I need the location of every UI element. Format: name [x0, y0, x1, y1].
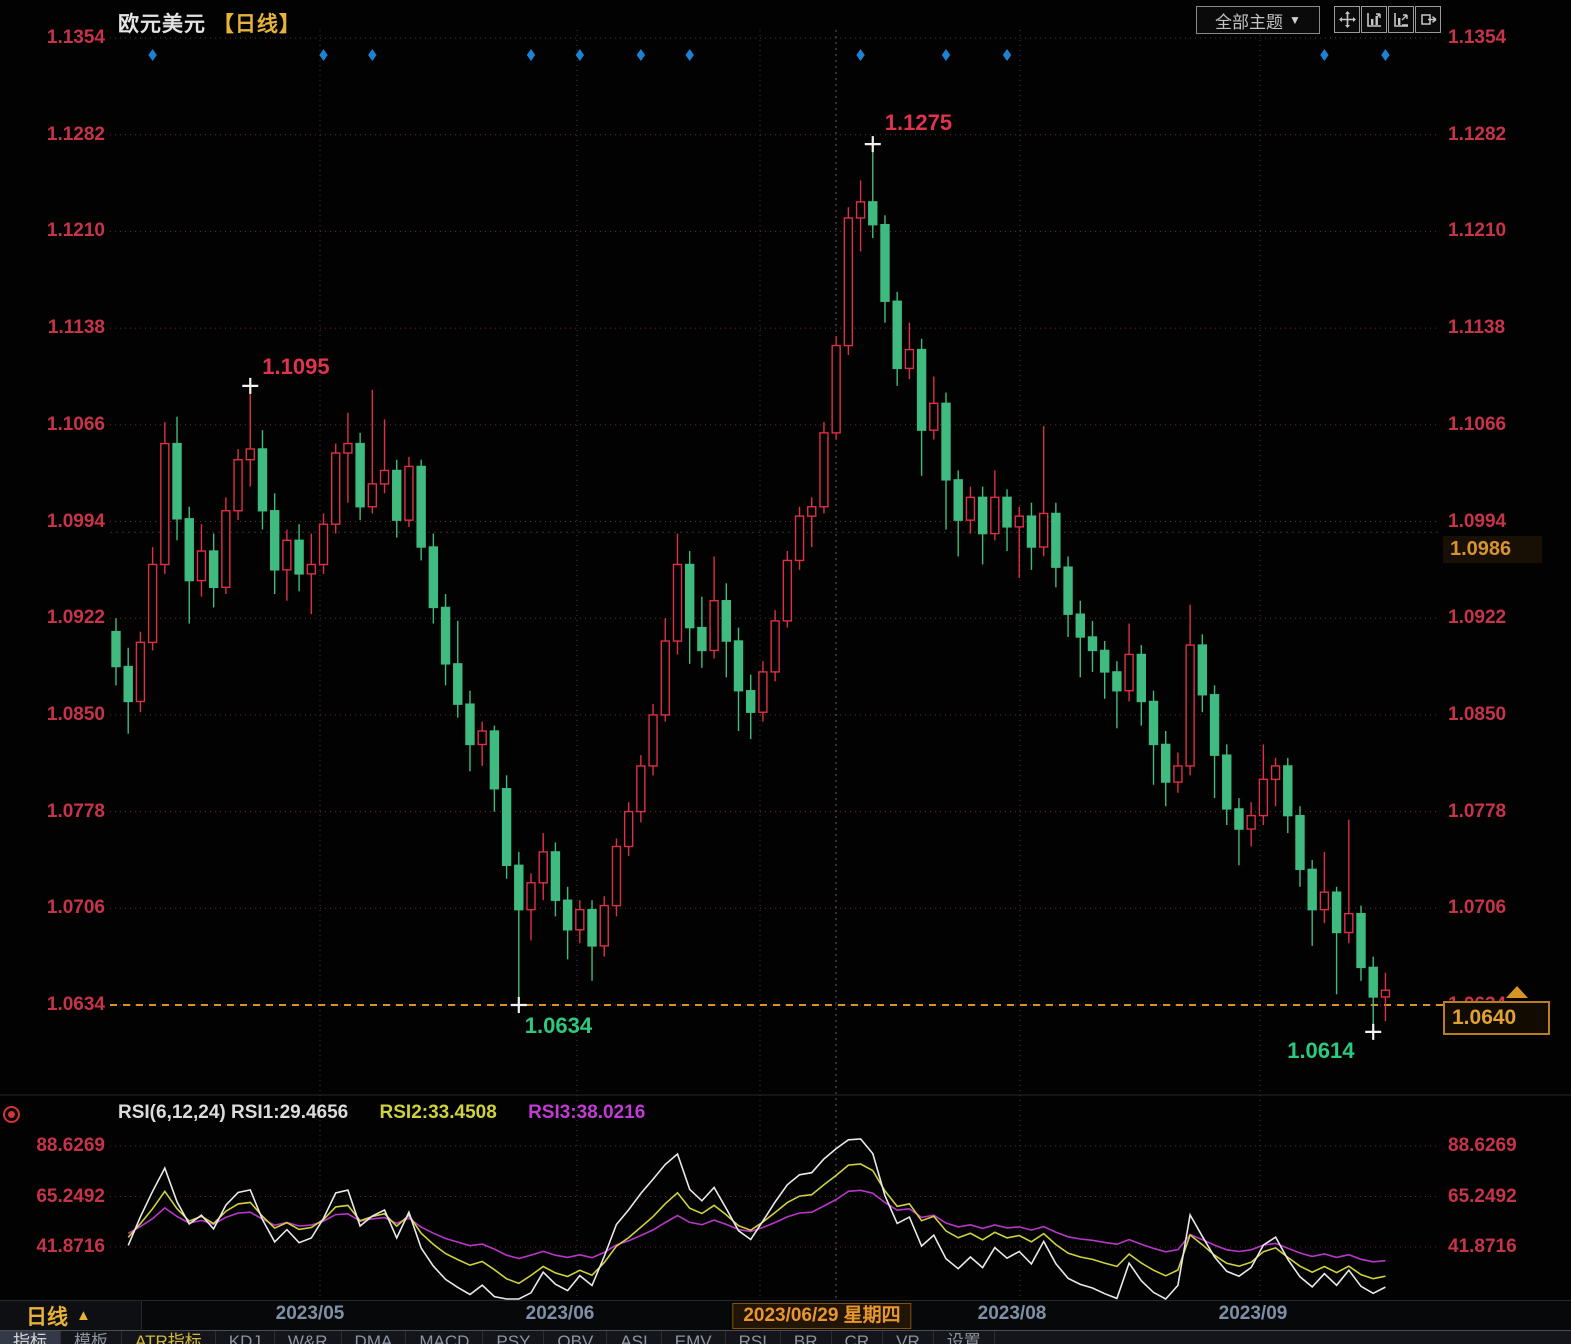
cross-marker-icon: [510, 997, 527, 1013]
chart-expand-icon: [1393, 13, 1408, 27]
chart-title: 欧元美元 【日线】: [118, 8, 301, 38]
chart-compress-icon: [1366, 13, 1381, 27]
price-up-arrow-icon: [1506, 986, 1528, 998]
price-axis-label: 1.0778: [1448, 800, 1507, 822]
period-selector[interactable]: 日线 ▲: [0, 1301, 142, 1330]
annotations-layer: 1.1095 1.1275 1.0634 1.0614: [242, 110, 1382, 1063]
rsi-lines-layer: [127, 1138, 1386, 1301]
indicator-tab-CR[interactable]: CR: [832, 1331, 884, 1344]
price-axis-label: 1.0634: [46, 994, 105, 1015]
price-axis-label: 1.1066: [46, 413, 105, 435]
indicator-tab-bar: 指标 模板 ATR指标 KDJ W&R DMA MACD PSY OBV ASI EMV RSI BR C…: [0, 1330, 1571, 1344]
price-axis-label: 1.0922: [1448, 607, 1507, 629]
time-axis-label: 2023/05: [275, 1303, 345, 1324]
time-axis-label: 2023/09: [1218, 1303, 1288, 1324]
price-axis-label: 1.1138: [1448, 317, 1506, 339]
crosshair-price-value: 1.0986: [1450, 538, 1512, 560]
move-cross-icon: [1338, 11, 1356, 28]
candlestick-chart[interactable]: 1.1095 1.1275 1.0634 1.0614: [0, 0, 1571, 1343]
pop-out-icon: [1420, 14, 1436, 25]
chevron-down-icon: ▼: [1289, 13, 1301, 27]
period-tag: 【日线】: [212, 13, 301, 36]
rsi-axis-label: 65.2492: [36, 1185, 105, 1207]
last-price-value: 1.0640: [1452, 1006, 1517, 1029]
indicator-tab-BR[interactable]: BR: [781, 1331, 832, 1344]
period-label: 日线: [26, 1305, 68, 1329]
indicator-tab-MACD[interactable]: MACD: [406, 1331, 484, 1344]
rsi-axis-label: 41.8716: [36, 1236, 105, 1258]
rsi-axis-label: 65.2492: [1448, 1185, 1517, 1207]
indicator-tab-模板[interactable]: 模板: [61, 1331, 122, 1344]
price-axis-label: 1.0850: [46, 703, 105, 725]
indicator-tab-KDJ[interactable]: KDJ: [216, 1331, 275, 1344]
indicator-tab-设置[interactable]: 设置: [934, 1331, 995, 1344]
price-axis-label: 1.0994: [1448, 510, 1507, 532]
cross-marker-icon: [864, 136, 881, 153]
price-annotation: 1.0614: [1287, 1038, 1355, 1063]
indicator-tab-VR[interactable]: VR: [883, 1331, 934, 1344]
symbol-name: 欧元美元: [118, 13, 206, 36]
rsi-panel-marker-icon[interactable]: [3, 1106, 20, 1123]
price-axis-label: 1.0850: [1448, 703, 1507, 725]
chart-application: 1.1095 1.1275 1.0634 1.0614 欧元美元 【日线】 全部主题 …: [0, 0, 1571, 1344]
rsi-line-6: [127, 1138, 1386, 1301]
price-axis-label: 1.1282: [1448, 123, 1507, 145]
theme-dropdown[interactable]: 全部主题 ▼: [1196, 6, 1320, 34]
crosshair-date-tag: 2023/06/29 星期四: [732, 1303, 912, 1329]
time-axis-label: 2023/08: [977, 1303, 1047, 1324]
cross-marker-icon: [1365, 1023, 1382, 1040]
indicator-tab-DMA[interactable]: DMA: [342, 1331, 407, 1344]
rsi3-value: RSI3:38.0216: [528, 1102, 646, 1123]
price-annotation: 1.1275: [885, 110, 952, 135]
price-axis-label: 1.0778: [46, 800, 105, 822]
price-axis-label: 1.1354: [46, 27, 105, 48]
price-axis-label: 1.1354: [1448, 27, 1507, 48]
price-axis-label: 1.0994: [46, 510, 105, 532]
indicator-tab-RSI[interactable]: RSI: [726, 1331, 781, 1344]
price-annotation: 1.0634: [525, 1013, 593, 1038]
rsi-axis-label: 88.6269: [36, 1135, 105, 1156]
price-axis-label: 1.0922: [46, 607, 105, 629]
triangle-up-icon: ▲: [76, 1307, 91, 1324]
rsi-line-12: [127, 1163, 1386, 1285]
rsi-axis-label: 41.8716: [1448, 1236, 1517, 1258]
indicator-tab-EMV[interactable]: EMV: [662, 1331, 726, 1344]
popout-panel-button[interactable]: [1415, 6, 1441, 33]
price-axis-label: 1.0706: [46, 897, 105, 919]
indicator-tab-指标[interactable]: 指标: [0, 1331, 61, 1344]
price-axis-label: 1.1210: [1448, 220, 1507, 242]
theme-dropdown-label: 全部主题: [1215, 12, 1284, 32]
price-annotation: 1.1095: [262, 354, 329, 379]
price-axis-label: 1.0706: [1448, 897, 1507, 919]
zoom-in-range-button[interactable]: [1388, 6, 1414, 33]
crosshair-price-tag: 1.0986: [1443, 536, 1542, 563]
signal-markers-layer: [148, 49, 1390, 61]
pan-mode-button[interactable]: [1334, 6, 1360, 33]
indicator-tab-W&R[interactable]: W&R: [275, 1331, 342, 1344]
indicator-tab-OBV[interactable]: OBV: [544, 1331, 608, 1344]
price-axis-label: 1.1138: [47, 317, 105, 339]
candles-layer: [111, 144, 1391, 1032]
rsi-header: RSI(6,12,24) RSI1:29.4656 RSI2:33.4508 R…: [118, 1102, 645, 1124]
price-axis-label: 1.1066: [1448, 413, 1507, 435]
indicator-tab-ASI[interactable]: ASI: [607, 1331, 662, 1344]
time-axis-label: 2023/06: [525, 1303, 595, 1324]
indicator-tab-PSY[interactable]: PSY: [483, 1331, 545, 1344]
last-price-tag: 1.0640: [1443, 1001, 1550, 1035]
rsi-axis-label: 88.6269: [1448, 1135, 1517, 1156]
indicator-tab-ATR指标[interactable]: ATR指标: [122, 1331, 216, 1344]
cross-marker-icon: [242, 377, 259, 394]
rsi-title-and-rsi1: RSI(6,12,24) RSI1:29.4656: [118, 1102, 349, 1123]
price-axis-label: 1.1210: [46, 220, 105, 242]
rsi2-value: RSI2:33.4508: [379, 1102, 497, 1123]
price-axis-label: 1.1282: [46, 123, 105, 145]
zoom-out-range-button[interactable]: [1361, 6, 1387, 33]
